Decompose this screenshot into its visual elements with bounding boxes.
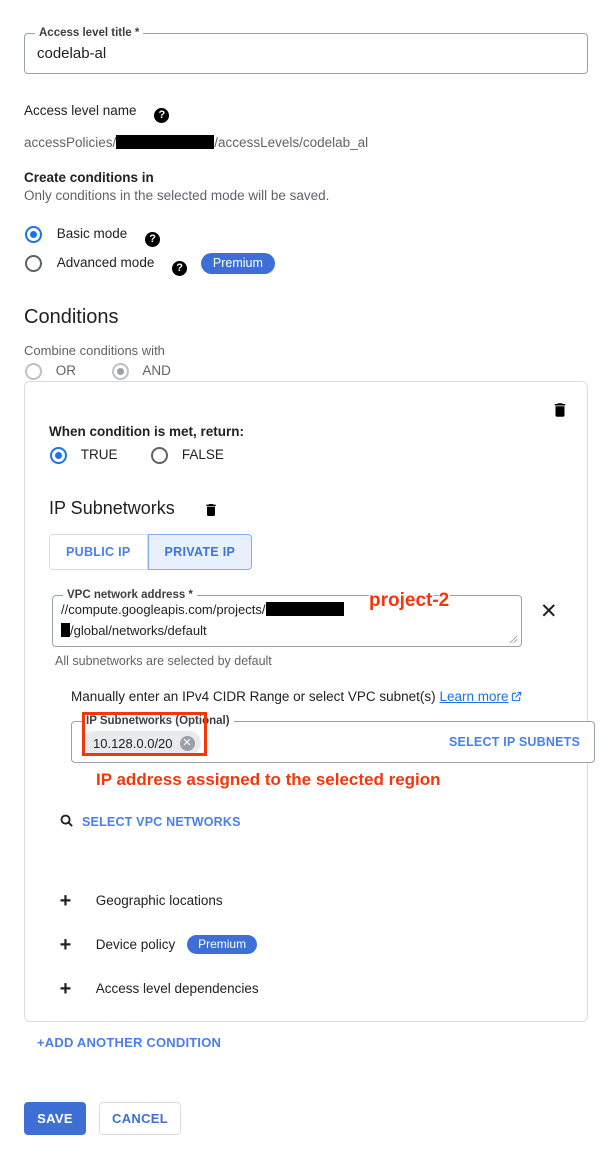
create-conditions-sublabel: Only conditions in the selected mode wil… [24,188,330,203]
delete-condition-button[interactable] [551,401,569,419]
access-level-title-legend: Access level title * [35,27,144,40]
expand-device-policy[interactable]: + Device policy Premium [57,934,258,957]
access-level-title-field[interactable]: Access level title * codelab-al [24,27,588,74]
radio-advanced-mode-label: Advanced mode [56,255,155,270]
vpc-subnetworks-hint: All subnetworks are selected by default [55,654,272,668]
vpc-network-address-line1: //compute.googleapis.com/projects/ [61,602,344,617]
plus-icon: + [59,890,72,912]
manual-cidr-hint-text: Manually enter an IPv4 CIDR Range or sel… [71,689,436,704]
cancel-button[interactable]: CANCEL [99,1102,181,1135]
radio-true-label: TRUE [80,447,118,462]
premium-badge: Premium [187,935,258,954]
access-level-name-suffix: /accessLevels/codelab_al [214,135,369,150]
expand-geographic-locations-label: Geographic locations [95,893,223,908]
vpc-network-address-line2: /global/networks/default [61,623,207,638]
combine-conditions-label: Combine conditions with [24,343,165,358]
expand-device-policy-label: Device policy [95,937,176,952]
search-icon [60,814,73,827]
select-vpc-networks-button[interactable]: SELECT VPC NETWORKS [59,813,241,829]
redaction-bar [265,602,344,616]
save-button[interactable]: SAVE [24,1102,86,1135]
radio-false-control[interactable] [151,447,169,464]
access-level-name-label-text: Access level name [24,103,137,118]
resize-handle[interactable] [509,635,518,644]
plus-icon: + [59,934,72,956]
radio-true-control[interactable] [50,447,67,464]
premium-badge: Premium [200,253,275,274]
vpc-network-address-legend: VPC network address * [63,589,197,602]
help-icon[interactable]: ? [154,108,170,123]
vpc-network-address-field[interactable]: VPC network address * //compute.googleap… [52,589,522,647]
expand-access-level-dependencies-label: Access level dependencies [95,981,259,996]
radio-and-control[interactable] [111,363,129,380]
region-annotation: IP address assigned to the selected regi… [96,770,441,789]
redaction-bar [116,135,215,149]
access-level-name-label: Access level name ? [24,103,170,123]
select-ip-subnets-button[interactable]: SELECT IP SUBNETS [449,735,580,749]
radio-advanced-mode[interactable]: Advanced mode ? Premium [25,253,275,276]
ip-subnetworks-heading: IP Subnetworks [49,498,175,518]
radio-or-label: OR [55,363,77,378]
conditions-heading: Conditions [24,306,119,328]
radio-advanced-mode-control[interactable] [25,255,42,272]
help-icon[interactable]: ? [145,232,161,247]
access-level-title-value: codelab-al [37,45,107,62]
vpc-address-suffix: /global/networks/default [70,623,207,638]
project-annotation: project-2 [369,590,450,611]
delete-ip-subnetworks-button[interactable] [203,502,219,518]
select-vpc-networks-label: SELECT VPC NETWORKS [82,815,241,829]
expand-geographic-locations[interactable]: + Geographic locations [57,890,223,913]
vpc-address-prefix: //compute.googleapis.com/projects/ [61,602,266,617]
close-icon[interactable]: ✕ [540,601,558,622]
toggle-public-ip[interactable]: PUBLIC IP [49,534,148,570]
expand-access-level-dependencies[interactable]: + Access level dependencies [57,978,259,1001]
radio-or-control[interactable] [25,363,42,380]
return-value-radios[interactable]: TRUE FALSE [50,447,224,464]
access-level-name-value: accessPolicies/ /accessLevels/codelab_al [24,135,368,150]
radio-false-label: FALSE [181,447,224,462]
combine-conditions-radios[interactable]: OR AND [25,363,171,380]
when-condition-label: When condition is met, return: [49,424,244,439]
plus-icon: + [59,978,72,1000]
toggle-private-ip[interactable]: PRIVATE IP [147,534,253,570]
condition-card: When condition is met, return: TRUE FALS… [24,381,595,1022]
manual-cidr-hint: Manually enter an IPv4 CIDR Range or sel… [71,689,522,704]
create-conditions-label: Create conditions in [24,170,154,185]
access-level-name-prefix: accessPolicies/ [24,135,117,150]
external-link-icon[interactable] [511,691,522,702]
radio-basic-mode-control[interactable] [25,226,42,243]
learn-more-link[interactable]: Learn more [439,689,508,704]
radio-basic-mode-label: Basic mode [56,226,128,241]
help-icon[interactable]: ? [172,261,188,276]
subnet-chip-annotation-box [82,712,207,756]
radio-basic-mode[interactable]: Basic mode ? [25,226,161,247]
ip-type-toggle[interactable]: PUBLIC IP PRIVATE IP [49,534,253,570]
radio-and-label: AND [142,363,171,378]
redaction-bar [61,623,70,637]
add-another-condition-button[interactable]: +ADD ANOTHER CONDITION [37,1035,221,1050]
